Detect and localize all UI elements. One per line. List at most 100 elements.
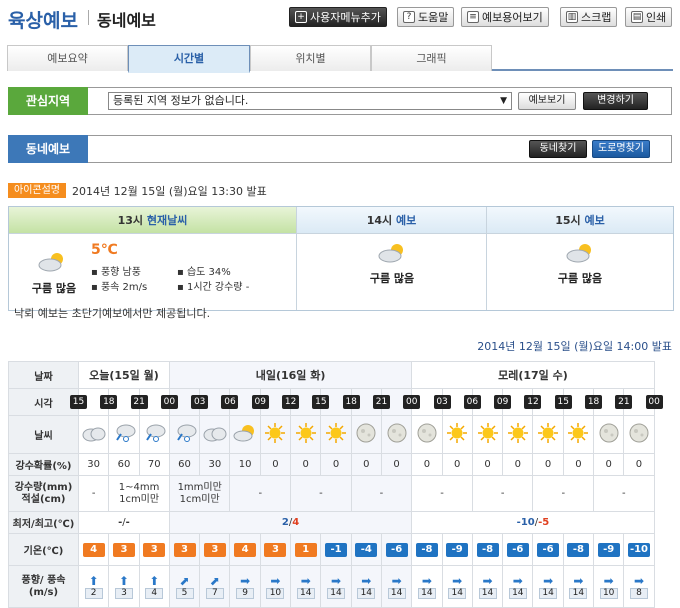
current-wind-speed: ▪ 풍속 2m/s [91, 282, 148, 293]
weather-cell [441, 415, 473, 454]
help-button[interactable]: ? 도움말 [397, 7, 455, 27]
tab-graphic[interactable]: 그래픽 [371, 45, 492, 71]
temp-chip: -6 [537, 542, 560, 557]
lightning-note: 낙뢰 예보는 초단기예보에서만 제공됩니다. [14, 307, 211, 320]
wind-speed: 9 [236, 587, 255, 599]
amount-cell: - [532, 475, 595, 512]
amount-cell: - [229, 475, 292, 512]
wind-indicator: ➡ 14 [322, 575, 350, 599]
temp-cell: -6 [380, 533, 413, 566]
amount-cell: - [471, 475, 534, 512]
wind-indicator: ➡ 14 [473, 575, 501, 599]
page-title: 육상예보 [8, 10, 78, 32]
arrow-right-icon: ➡ [603, 573, 614, 588]
temp-chip: -9 [446, 542, 469, 557]
arrow-ne-icon: ⬈ [209, 573, 220, 588]
sun-icon [446, 423, 468, 447]
sun-icon [477, 423, 499, 447]
wind-indicator: ➡ 8 [625, 573, 653, 599]
temp-chip: -10 [627, 542, 650, 557]
glossary-button[interactable]: ≡ 예보용어보기 [461, 7, 549, 27]
view-forecast-button[interactable]: 예보보기 [518, 92, 576, 110]
wind-indicator: ➡ 14 [352, 575, 380, 599]
time-chip: 00 [403, 395, 421, 409]
prob-cell: 60 [108, 453, 140, 476]
max-temp: -5 [538, 517, 550, 528]
prob-cell: 0 [593, 453, 625, 476]
minmax-cell: 2/4 [168, 511, 413, 534]
weather-cell [593, 415, 625, 454]
temp-chip: -6 [385, 542, 408, 557]
temp-chip: -8 [415, 542, 438, 557]
wind-indicator: ➡ 14 [413, 575, 441, 599]
find-road-button[interactable]: 도로명찾기 [592, 140, 650, 158]
wind-speed: 8 [629, 587, 648, 599]
snow-icon [142, 424, 166, 446]
prob-cell: 0 [441, 453, 473, 476]
current-temp: 5℃ [91, 242, 118, 258]
wind-indicator: ➡ 14 [564, 575, 592, 599]
change-region-button[interactable]: 변경하기 [583, 92, 648, 110]
wind-cell: ➡ 14 [532, 565, 564, 608]
tab-summary[interactable]: 예보요약 [7, 45, 128, 71]
issue-time: 2014년 12월 15일 (월)요일 13:30 발표 [72, 185, 267, 198]
print-button[interactable]: ▤ 인쇄 [625, 7, 673, 27]
weather-cell [471, 415, 504, 454]
sun-icon [264, 423, 286, 447]
scrap-button[interactable]: ▥ 스크랩 [560, 7, 618, 27]
moon-icon [355, 423, 377, 447]
max-temp: 4 [292, 517, 300, 528]
snow-icon [173, 424, 197, 446]
dropdown-arrow-icon: ▼ [500, 96, 507, 106]
prob-cell: 0 [623, 453, 655, 476]
wind-indicator: ➡ 10 [595, 573, 623, 599]
time-chip: 06 [221, 395, 239, 409]
wind-speed: 10 [266, 587, 285, 599]
row-label-temp: 기온(℃) [8, 533, 79, 566]
add-user-menu-button[interactable]: + 사용자메뉴추가 [289, 7, 387, 27]
temp-cell: 3 [168, 533, 201, 566]
time-chip: 03 [433, 395, 451, 409]
arrow-right-icon: ➡ [300, 573, 311, 588]
prob-cell: 0 [411, 453, 443, 476]
dong-label: 동네예보 [8, 135, 88, 163]
amount-cell: - [290, 475, 352, 512]
arrow-right-icon: ➡ [633, 573, 645, 588]
prob-cell: 0 [380, 453, 413, 476]
forecast-15-desc: 구름 많음 [557, 272, 603, 285]
temp-cell: -8 [562, 533, 595, 566]
wind-indicator: ➡ 14 [382, 575, 410, 599]
max-temp: - [125, 517, 130, 528]
row-label-weather: 날씨 [8, 415, 79, 454]
temp-chip: -4 [355, 542, 378, 557]
prob-cell: 30 [199, 453, 231, 476]
region-select[interactable]: 등록된 지역 정보가 없습니다. ▼ [108, 92, 512, 110]
temp-cell: -10 [623, 533, 655, 566]
date-cell: 내일(16일 화) [168, 361, 413, 389]
partly-cloudy-icon [38, 253, 63, 272]
prob-cell: 0 [259, 453, 292, 476]
wind-indicator: ⬈ 5 [170, 575, 198, 599]
hourly-forecast-table: 날짜 오늘(15일 월) 내일(16일 화) 모레(17일 수) 시각 15 18 21 00… [8, 361, 663, 608]
amount-cell: - [350, 475, 413, 512]
temp-cell: 3 [259, 533, 292, 566]
row-label-minmax: 최저/최고(℃) [8, 511, 79, 534]
prob-cell: 0 [471, 453, 504, 476]
icon-legend-badge[interactable]: 아이콘설명 [8, 183, 66, 198]
weather-cell [380, 415, 413, 454]
moon-icon [628, 423, 650, 447]
wind-indicator: ⬆ 2 [80, 575, 108, 599]
find-dong-button[interactable]: 동네찾기 [529, 140, 587, 158]
row-label-amount: 강수량(mm) 적설(cm) [8, 475, 79, 512]
temp-cell: 3 [138, 533, 170, 566]
weather-cell [138, 415, 170, 454]
wind-cell: ➡ 14 [350, 565, 382, 608]
temp-cell: 4 [77, 533, 110, 566]
time-chip: 12 [282, 395, 300, 409]
wind-cell: ➡ 14 [320, 565, 352, 608]
temp-cell: -8 [471, 533, 504, 566]
tab-location[interactable]: 위치별 [250, 45, 371, 71]
temp-cell: 3 [199, 533, 231, 566]
tab-hourly[interactable]: 시간별 [128, 45, 250, 73]
current-col-13: 13시 현재날씨 구름 많음 5℃ ▪ 풍향 남풍 ▪ 풍속 2m/s ▪ 습도… [9, 207, 297, 310]
